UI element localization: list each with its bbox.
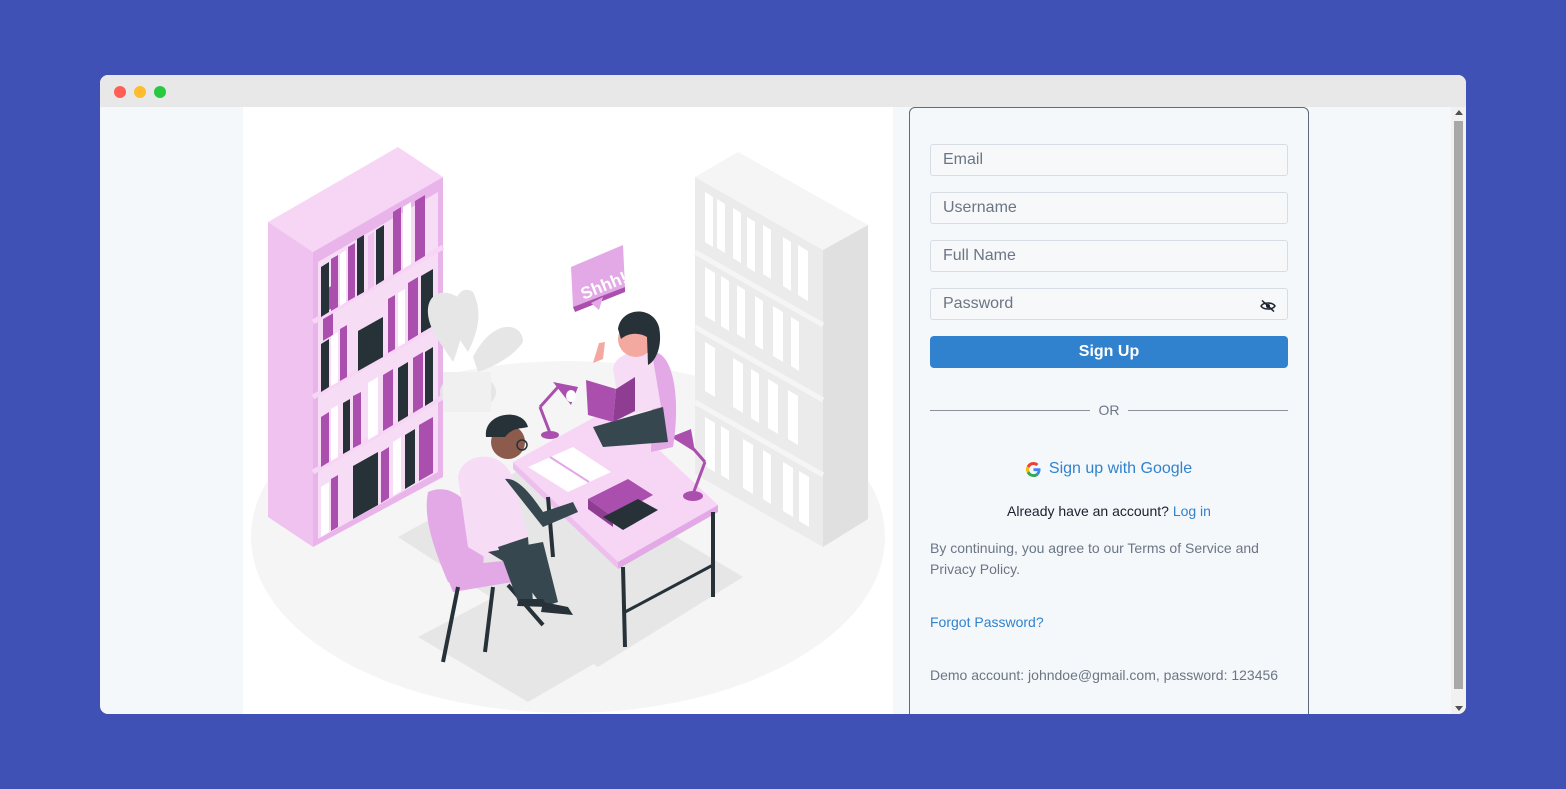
page-scrollbar[interactable] [1451,107,1466,714]
forgot-password-link[interactable]: Forgot Password? [930,614,1044,630]
minimize-window-button[interactable] [134,86,146,98]
speech-bubble: Shhh! [571,245,630,312]
have-account-row: Already have an account? Log in [930,503,1288,519]
google-signup-label: Sign up with Google [1048,460,1193,477]
library-illustration: Shhh! [243,107,893,714]
demo-account-text: Demo account: johndoe@gmail.com, passwor… [930,667,1279,683]
log-in-link[interactable]: Log in [1173,503,1211,519]
eye-off-icon[interactable] [1260,300,1276,312]
scroll-down-arrow-icon[interactable] [1455,706,1463,711]
signup-form-card: Sign Up OR Sign up with Google Already h… [909,107,1309,714]
full-name-input[interactable] [930,240,1288,272]
email-input[interactable] [930,144,1288,176]
google-signup-button[interactable]: Sign up with Google [930,456,1288,482]
divider-left [930,410,1090,411]
maximize-window-button[interactable] [154,86,166,98]
close-window-button[interactable] [114,86,126,98]
window-titlebar [100,75,1466,107]
library-illustration-svg: Shhh! [251,147,885,713]
divider-right [1128,410,1288,411]
scrollbar-thumb[interactable] [1454,121,1463,689]
or-divider-text: OR [1098,402,1120,418]
username-input[interactable] [930,192,1288,224]
google-icon [1025,461,1041,477]
terms-text: By continuing, you agree to our Terms of… [930,540,1259,577]
page-viewport: Shhh! Email Username Full Name Sign Up O… [100,107,1466,714]
have-account-text: Already have an account? [1007,503,1169,519]
browser-window: Shhh! Email Username Full Name Sign Up O… [100,75,1466,714]
scroll-up-arrow-icon[interactable] [1455,110,1463,115]
sign-up-button[interactable]: Sign Up [930,336,1288,368]
password-input[interactable] [930,288,1288,320]
